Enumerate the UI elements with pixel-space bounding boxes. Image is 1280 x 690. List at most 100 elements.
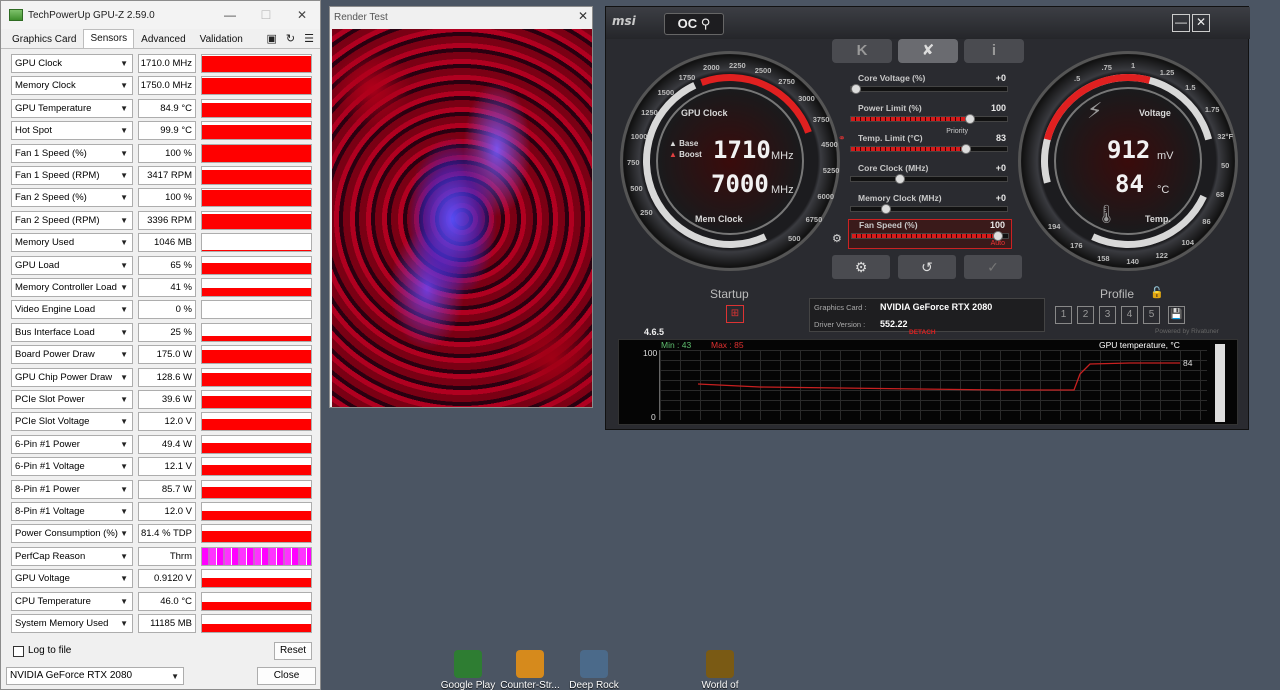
maximize-icon[interactable]: ☐ (248, 8, 284, 22)
sensor-name[interactable]: GPU Chip Power Draw ▼ (11, 367, 133, 387)
sensor-name[interactable]: 8-Pin #1 Voltage ▼ (11, 502, 133, 521)
slider-knob[interactable] (895, 174, 905, 184)
sensor-name[interactable]: GPU Voltage ▼ (11, 569, 133, 589)
profile-button[interactable]: 4 (1121, 306, 1138, 324)
slider-track[interactable] (850, 84, 1008, 94)
desktop-shortcut[interactable]: World of (689, 650, 751, 690)
desktop-shortcut[interactable]: Counter-Str... (499, 650, 561, 690)
close-icon[interactable]: ✕ (578, 9, 588, 23)
slider-track[interactable] (851, 231, 1009, 241)
slider-knob[interactable] (851, 84, 861, 94)
sensor-name[interactable]: 8-Pin #1 Power ▼ (11, 479, 133, 499)
sensor-graph (201, 569, 312, 589)
gpu-clock-label: GPU Clock (681, 108, 728, 118)
sensor-name[interactable]: System Memory Used ▼ (11, 614, 133, 633)
slider-extra-label[interactable]: Priority (946, 128, 968, 135)
sensor-graph-fill (202, 190, 311, 207)
tab-sensors[interactable]: Sensors (83, 29, 135, 48)
sensor-row: GPU Load ▼ 65 % (11, 255, 312, 275)
tab-graphics-card[interactable]: Graphics Card (5, 30, 83, 48)
log-to-file-checkbox[interactable] (13, 646, 24, 657)
slider-knob[interactable] (993, 231, 1003, 241)
sensor-name[interactable]: Fan 1 Speed (RPM) ▼ (11, 166, 133, 185)
close-icon[interactable]: ✕ (284, 8, 320, 22)
sensor-name[interactable]: PerfCap Reason ▼ (11, 546, 133, 566)
slider-track[interactable] (850, 174, 1008, 184)
apply-icon[interactable]: ✓ (964, 255, 1022, 279)
slider-track[interactable] (850, 114, 1008, 124)
sensor-name[interactable]: Fan 2 Speed (RPM) ▼ (11, 210, 133, 230)
sensor-name[interactable]: Board Power Draw ▼ (11, 345, 133, 365)
gpuz-titlebar[interactable]: TechPowerUp GPU-Z 2.59.0 — ☐ ✕ (1, 1, 320, 29)
sensor-graph-fill (202, 335, 311, 341)
sensor-name[interactable]: GPU Temperature ▼ (11, 98, 133, 118)
monitor-scrollbar[interactable] (1215, 344, 1225, 422)
close-icon[interactable]: ✕ (1192, 14, 1210, 32)
gpu-select[interactable]: NVIDIA GeForce RTX 2080 ▼ (6, 667, 184, 685)
settings-button[interactable]: ⚙ (832, 255, 890, 279)
render-test-titlebar[interactable]: Render Test (330, 7, 592, 29)
sensor-name[interactable]: Fan 1 Speed (%) ▼ (11, 143, 133, 163)
sensor-name[interactable]: CPU Temperature ▼ (11, 591, 133, 611)
slider-knob[interactable] (961, 144, 971, 154)
app-shortcut-icon (706, 650, 734, 678)
slider-track[interactable] (850, 204, 1008, 214)
minimize-icon[interactable]: — (212, 8, 248, 22)
detach-button[interactable]: DETACH (909, 329, 936, 336)
slider-temp-limit-c[interactable]: Temp. Limit (°C) 83 Priority (848, 128, 1012, 155)
menu-icon[interactable]: ☰ (304, 32, 314, 45)
slider-knob[interactable] (965, 114, 975, 124)
slider-core-clock-mhz[interactable]: Core Clock (MHz) +0 (848, 163, 1012, 185)
minimize-icon[interactable]: — (1172, 14, 1190, 32)
sensor-graph (201, 591, 312, 611)
desktop-shortcut[interactable]: Deep Rock (563, 650, 625, 690)
tab-validation[interactable]: Validation (193, 30, 250, 48)
reset-button[interactable]: Reset (274, 642, 312, 660)
sensor-name[interactable]: Memory Used ▼ (11, 233, 133, 253)
refresh-icon[interactable]: ↻ (286, 32, 295, 45)
sensor-value: 128.6 W (138, 367, 196, 387)
tab-info[interactable]: i (964, 39, 1024, 63)
profile-button[interactable]: 3 (1099, 306, 1116, 324)
slider-knob[interactable] (881, 204, 891, 214)
sensor-name[interactable]: Memory Controller Load ▼ (11, 278, 133, 297)
gauge-tick-label: 1000 (630, 132, 648, 142)
sensor-name[interactable]: Fan 2 Speed (%) ▼ (11, 188, 133, 208)
gauge-tick-label: 158 (1097, 253, 1110, 263)
profile-button[interactable]: 5 (1143, 306, 1160, 324)
log-to-file-label: Log to file (28, 645, 72, 656)
sensor-value: 1046 MB (138, 233, 196, 253)
slider-power-limit[interactable]: Power Limit (%) 100 (848, 103, 1012, 125)
fan-gear-icon[interactable]: ⚙ (832, 232, 842, 245)
sensor-name[interactable]: Bus Interface Load ▼ (11, 322, 133, 342)
sensor-name[interactable]: PCIe Slot Voltage ▼ (11, 412, 133, 432)
link-icon[interactable]: ⚭ (838, 133, 846, 144)
sensor-name[interactable]: Memory Clock ▼ (11, 76, 133, 96)
slider-memory-clock-mhz[interactable]: Memory Clock (MHz) +0 (848, 193, 1012, 215)
sensor-name[interactable]: 6-Pin #1 Power ▼ (11, 434, 133, 454)
oc-scanner-button[interactable]: OC ⚲ (664, 13, 724, 35)
slider-core-voltage[interactable]: Core Voltage (%) +0 (848, 73, 1012, 95)
camera-icon[interactable]: ▣ (267, 32, 277, 45)
tab-settings-icon[interactable]: ✘ (898, 39, 958, 63)
windows-startup-icon[interactable]: ⊞ (726, 305, 744, 323)
reset-icon[interactable]: ↺ (898, 255, 956, 279)
profile-button[interactable]: 2 (1077, 306, 1094, 324)
sensor-name[interactable]: PCIe Slot Power ▼ (11, 390, 133, 409)
slider-extra-label[interactable]: Auto (991, 240, 1005, 247)
tab-k[interactable]: K (832, 39, 892, 63)
slider-track[interactable] (850, 144, 1008, 154)
sensor-name[interactable]: GPU Load ▼ (11, 255, 133, 275)
desktop-shortcut[interactable]: Google Play (437, 650, 499, 690)
close-button[interactable]: Close (257, 667, 316, 685)
profile-button[interactable]: 1 (1055, 306, 1072, 324)
sensor-name[interactable]: 6-Pin #1 Voltage ▼ (11, 457, 133, 477)
tab-advanced[interactable]: Advanced (134, 30, 192, 48)
sensor-name[interactable]: Power Consumption (%) ▼ (11, 524, 133, 544)
lock-icon[interactable]: 🔓 (1150, 286, 1164, 299)
sensor-name[interactable]: Video Engine Load ▼ (11, 300, 133, 320)
sensor-name[interactable]: GPU Clock ▼ (11, 54, 133, 73)
sensor-name[interactable]: Hot Spot ▼ (11, 121, 133, 141)
slider-fan-speed[interactable]: Fan Speed (%) 100 Auto (848, 219, 1012, 249)
save-profile-icon[interactable]: 💾 (1168, 306, 1185, 324)
